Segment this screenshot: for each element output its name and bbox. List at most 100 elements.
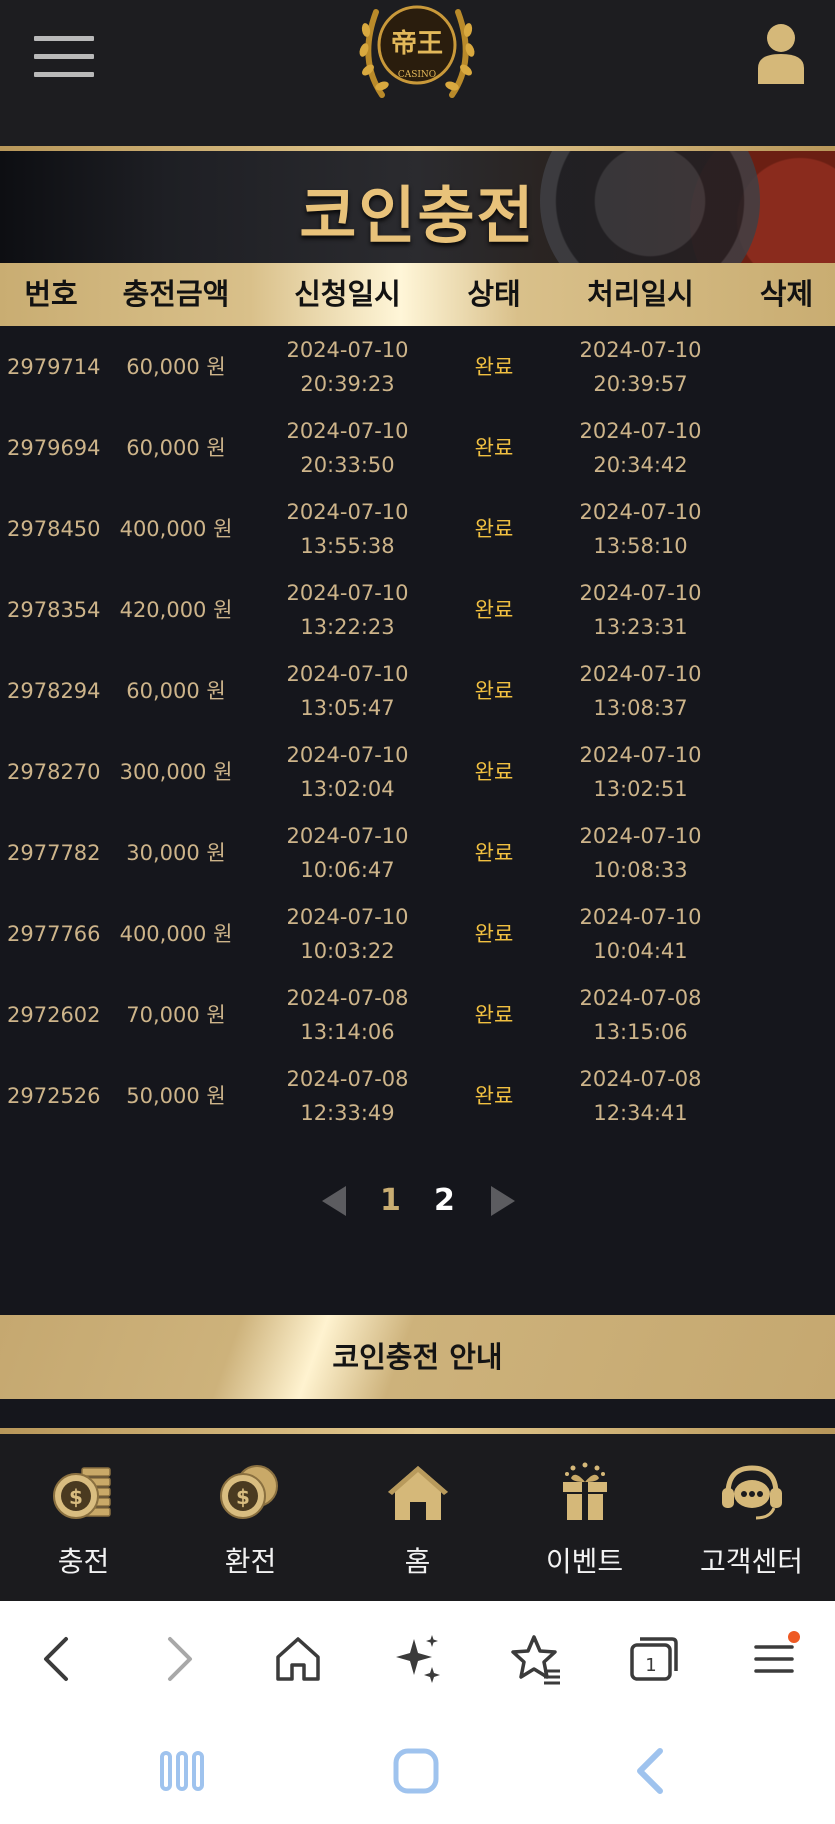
table-row[interactable]: 2977766 400,000 원 2024-07-10 10:03:22 완료 … <box>0 893 835 974</box>
coin-stack-icon: $ <box>52 1467 111 1519</box>
nav-exchange[interactable]: $ 환전 <box>167 1434 334 1601</box>
table-row[interactable]: 2972526 50,000 원 2024-07-08 12:33:49 완료 2… <box>0 1055 835 1136</box>
row-status: 완료 <box>474 759 514 784</box>
tabs-icon[interactable]: 1 <box>626 1631 682 1687</box>
user-icon[interactable] <box>756 22 806 84</box>
row-status: 완료 <box>474 678 514 703</box>
bookmark-star-icon[interactable] <box>508 1631 564 1687</box>
nav-support[interactable]: 고객센터 <box>668 1434 835 1601</box>
page-title: 코인충전 <box>299 179 536 252</box>
nav-event[interactable]: 이벤트 <box>501 1434 668 1601</box>
nav-label: 고객센터 <box>699 1545 804 1578</box>
browser-toolbar: 1 <box>0 1601 835 1713</box>
row-status: 완료 <box>474 1083 514 1108</box>
charge-info-button[interactable]: 코인충전 안내 <box>0 1315 835 1399</box>
row-status: 완료 <box>474 921 514 946</box>
row-id: 2977782 <box>7 840 101 865</box>
row-delete[interactable] <box>738 731 835 812</box>
nav-home[interactable]: 홈 <box>334 1434 501 1601</box>
table-row[interactable]: 2979694 60,000 원 2024-07-10 20:33:50 완료 2… <box>0 407 835 488</box>
processed-date: 2024-07-10 <box>579 742 702 767</box>
row-amount: 70,000 원 <box>126 1002 226 1027</box>
nav-label: 충전 <box>57 1545 110 1578</box>
table-row[interactable]: 2978354 420,000 원 2024-07-10 13:22:23 완료 … <box>0 569 835 650</box>
processed-time: 20:34:42 <box>593 452 688 477</box>
request-time: 13:55:38 <box>300 533 395 558</box>
table-row[interactable]: 2979714 60,000 원 2024-07-10 20:39:23 완료 2… <box>0 326 835 407</box>
request-time: 10:06:47 <box>300 857 395 882</box>
column-header-request-date: 신청일시 <box>294 277 401 311</box>
svg-text:1: 1 <box>645 1655 656 1676</box>
row-delete[interactable] <box>738 569 835 650</box>
row-status: 완료 <box>474 1002 514 1027</box>
request-time: 10:03:22 <box>300 938 395 963</box>
row-delete[interactable] <box>738 650 835 731</box>
row-delete[interactable] <box>738 488 835 569</box>
column-header-number: 번호 <box>24 277 78 311</box>
next-page-icon[interactable] <box>491 1186 515 1216</box>
prev-page-icon[interactable] <box>322 1186 346 1216</box>
table-row[interactable]: 2978270 300,000 원 2024-07-10 13:02:04 완료 … <box>0 731 835 812</box>
home-icon <box>387 1466 448 1520</box>
system-nav-bar <box>0 1713 835 1824</box>
table-row[interactable]: 2972602 70,000 원 2024-07-08 13:14:06 완료 2… <box>0 974 835 1055</box>
request-time: 13:02:04 <box>300 776 395 801</box>
casino-logo[interactable]: 帝王 CASINO <box>352 0 482 108</box>
processed-time: 12:34:41 <box>593 1100 688 1125</box>
back-icon[interactable] <box>30 1631 86 1687</box>
request-date: 2024-07-10 <box>286 499 409 524</box>
browser-menu-icon[interactable] <box>746 1631 802 1687</box>
row-request-datetime: 2024-07-10 20:39:23 <box>250 326 445 407</box>
row-processed-datetime: 2024-07-10 20:34:42 <box>543 407 738 488</box>
table-row[interactable]: 2978294 60,000 원 2024-07-10 13:05:47 완료 2… <box>0 650 835 731</box>
home-button-icon[interactable] <box>386 1743 446 1799</box>
menu-icon[interactable] <box>34 36 94 78</box>
row-id: 2972602 <box>7 1002 101 1027</box>
page-2-link[interactable]: 2 <box>434 1180 455 1222</box>
processed-time: 10:04:41 <box>593 938 688 963</box>
row-processed-datetime: 2024-07-08 12:34:41 <box>543 1055 738 1136</box>
row-delete[interactable] <box>738 974 835 1055</box>
row-delete[interactable] <box>738 812 835 893</box>
table-row[interactable]: 2977782 30,000 원 2024-07-10 10:06:47 완료 2… <box>0 812 835 893</box>
row-delete[interactable] <box>738 1055 835 1136</box>
row-amount: 50,000 원 <box>126 1083 226 1108</box>
row-request-datetime: 2024-07-10 13:05:47 <box>250 650 445 731</box>
sparkle-icon[interactable] <box>390 1631 446 1687</box>
row-request-datetime: 2024-07-10 10:03:22 <box>250 893 445 974</box>
row-id: 2977766 <box>7 921 101 946</box>
processed-date: 2024-07-10 <box>579 580 702 605</box>
row-status: 완료 <box>474 516 514 541</box>
row-delete[interactable] <box>738 326 835 407</box>
request-date: 2024-07-08 <box>286 1066 409 1091</box>
row-delete[interactable] <box>738 893 835 974</box>
request-time: 20:33:50 <box>300 452 395 477</box>
row-status: 완료 <box>474 597 514 622</box>
column-header-processed-date: 처리일시 <box>587 277 694 311</box>
column-header-amount: 충전금액 <box>122 277 230 311</box>
browser-home-icon[interactable] <box>270 1631 326 1687</box>
nav-charge[interactable]: $ 충전 <box>0 1434 167 1601</box>
row-amount: 30,000 원 <box>126 840 226 865</box>
request-date: 2024-07-10 <box>286 904 409 929</box>
nav-label: 이벤트 <box>545 1545 624 1578</box>
table-row[interactable]: 2978450 400,000 원 2024-07-10 13:55:38 완료 … <box>0 488 835 569</box>
row-request-datetime: 2024-07-10 10:06:47 <box>250 812 445 893</box>
request-time: 13:05:47 <box>300 695 395 720</box>
nav-label: 환전 <box>224 1545 277 1578</box>
row-delete[interactable] <box>738 407 835 488</box>
page-1-link[interactable]: 1 <box>380 1180 401 1222</box>
system-back-icon[interactable] <box>620 1743 680 1799</box>
row-request-datetime: 2024-07-08 13:14:06 <box>250 974 445 1055</box>
page-banner: 코인충전 <box>0 151 835 263</box>
row-amount: 420,000 원 <box>119 597 233 622</box>
processed-time: 10:08:33 <box>593 857 688 882</box>
row-processed-datetime: 2024-07-10 13:08:37 <box>543 650 738 731</box>
processed-date: 2024-07-10 <box>579 418 702 443</box>
processed-date: 2024-07-10 <box>579 499 702 524</box>
table-header: 번호 충전금액 신청일시 상태 처리일시 삭제 <box>0 263 835 326</box>
recent-apps-icon[interactable] <box>152 1743 212 1799</box>
processed-date: 2024-07-10 <box>579 823 702 848</box>
request-time: 13:14:06 <box>300 1019 395 1044</box>
forward-icon[interactable] <box>150 1631 206 1687</box>
